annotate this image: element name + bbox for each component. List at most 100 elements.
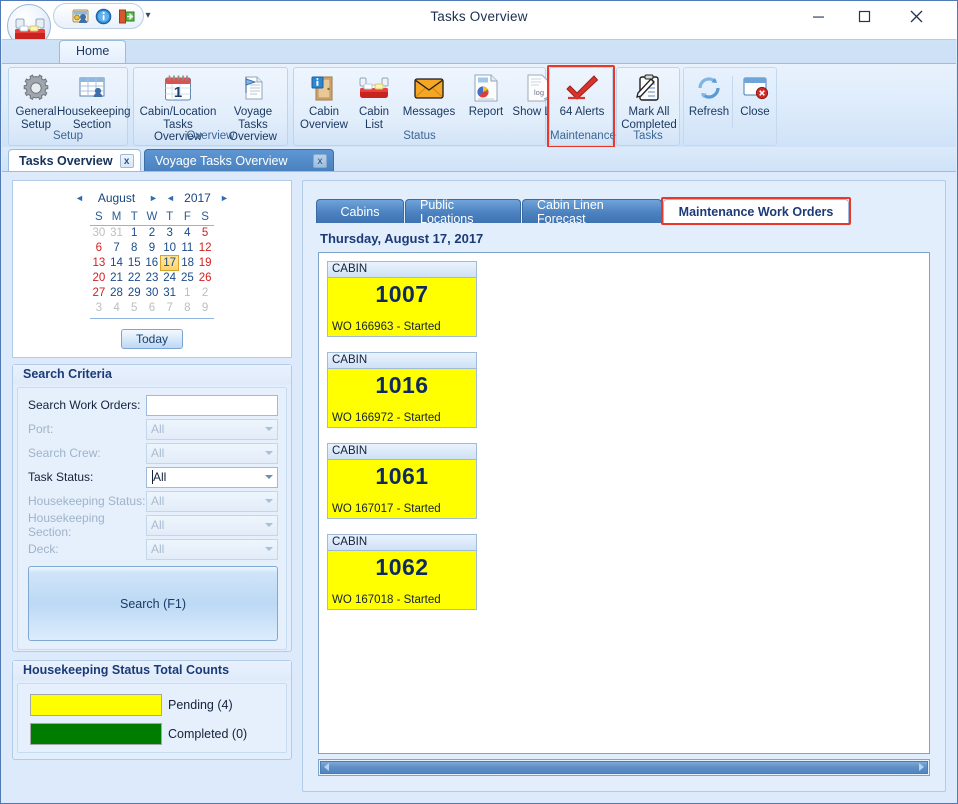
search-button[interactable]: Search (F1) [28,566,278,641]
calendar-day[interactable]: 6 [143,301,161,316]
work-order-card[interactable]: CABIN1007WO 166963 - Started [327,261,477,337]
calendar-day[interactable]: 13 [90,256,108,271]
chevron-down-icon[interactable] [265,523,273,527]
input-search-work-orders[interactable] [146,395,278,416]
calendar-day[interactable]: 15 [125,256,143,271]
scroll-left-icon[interactable] [324,763,329,771]
criteria-label-search-crew: Search Crew: [28,446,146,460]
calendar-day[interactable]: 21 [108,271,126,286]
calendar-year-label[interactable]: 2017 [182,191,214,205]
calendar-day[interactable]: 5 [196,226,214,241]
chevron-down-icon[interactable] [265,427,273,431]
ribbon-mark-all-completed[interactable]: Mark AllCompleted [618,71,680,131]
calendar-day[interactable]: 1 [179,286,197,301]
calendar-day[interactable]: 12 [196,241,214,256]
calendar-day[interactable]: 29 [125,286,143,301]
calendar-week-row: 272829303112 [90,286,214,301]
horizontal-scrollbar[interactable] [318,759,930,776]
calendar-day[interactable]: 23 [143,271,161,286]
chevron-down-icon[interactable] [265,475,273,479]
calendar-weekday-1: M [108,210,126,226]
scrollbar-thumb[interactable] [320,761,928,774]
calendar-day[interactable]: 30 [90,226,108,241]
minimize-button[interactable] [795,1,841,31]
calendar-day[interactable]: 8 [179,301,197,316]
work-order-card[interactable]: CABIN1061WO 167017 - Started [327,443,477,519]
ribbon-group-status: CabinOverview Cabin [293,67,546,146]
card-cabin-number: 1061 [328,463,476,490]
chevron-down-icon[interactable] [265,451,273,455]
content-tab-cabins[interactable]: Cabins [316,199,404,223]
content-tab-public-locations[interactable]: Public Locations [405,199,521,223]
calendar-next-month-icon[interactable]: ► [148,193,160,203]
calendar-prev-year-icon[interactable]: ◄ [165,193,177,203]
ribbon-cabin-list[interactable]: CabinList [350,71,398,131]
calendar-day-selected[interactable]: 17 [161,256,179,271]
calendar-day[interactable]: 26 [196,271,214,286]
calendar-next-year-icon[interactable]: ► [219,193,231,203]
calendar-day[interactable]: 7 [108,241,126,256]
calendar-day[interactable]: 9 [196,301,214,316]
status-count-row-completed: Completed (0) [30,723,286,745]
select-task-status[interactable]: All [146,467,278,488]
calendar-month-label[interactable]: August [91,191,143,205]
calendar-day[interactable]: 2 [196,286,214,301]
scroll-right-icon[interactable] [919,763,924,771]
ribbon-refresh[interactable]: Refresh [686,71,732,131]
calendar-day[interactable]: 25 [179,271,197,286]
document-tab-tasks-overview[interactable]: Tasks Overview x [8,149,141,171]
ribbon-group-maintenance-label: Maintenance [550,129,612,144]
calendar-day[interactable]: 3 [90,301,108,316]
calendar-day[interactable]: 3 [161,226,179,241]
ribbon-messages[interactable]: Messages [396,71,462,131]
calendar-day[interactable]: 27 [90,286,108,301]
calendar-day[interactable]: 7 [161,301,179,316]
ribbon-housekeeping-section[interactable]: HousekeepingSection [57,71,127,131]
ribbon-group-setup-label: Setup [9,129,127,144]
calendar-day[interactable]: 31 [161,286,179,301]
ribbon-general-setup[interactable]: GeneralSetup [13,71,59,131]
document-tab-close-icon[interactable]: x [313,154,327,168]
calendar-day[interactable]: 30 [143,286,161,301]
calendar-day[interactable]: 1 [125,226,143,241]
ribbon-voyage-tasks-overview[interactable]: Voyage TasksOverview [220,71,286,131]
calendar-day[interactable]: 8 [125,241,143,256]
calendar-day[interactable]: 4 [108,301,126,316]
document-tab-close-icon[interactable]: x [120,154,134,168]
calendar-weekday-3: W [143,210,161,226]
calendar-prev-month-icon[interactable]: ◄ [74,193,86,203]
ribbon-report[interactable]: Report [460,71,512,131]
calendar-day[interactable]: 11 [179,241,197,256]
calendar-today-button[interactable]: Today [121,329,183,349]
content-tab-cabin-linen-forecast[interactable]: Cabin Linen Forecast [522,199,662,223]
calendar-day[interactable]: 24 [161,271,179,286]
work-order-card[interactable]: CABIN1016WO 166972 - Started [327,352,477,428]
calendar-day[interactable]: 22 [125,271,143,286]
ribbon-cabin-location-tasks-overview[interactable]: 1 Cabin/LocationTasks Overview [138,71,218,131]
calendar-day[interactable]: 5 [125,301,143,316]
calendar-day[interactable]: 2 [143,226,161,241]
calendar-day[interactable]: 28 [108,286,126,301]
document-tab-voyage-tasks-overview[interactable]: Voyage Tasks Overview x [144,149,334,171]
ribbon-cabin-overview[interactable]: CabinOverview [296,71,352,131]
calendar-day[interactable]: 19 [196,256,214,271]
calendar-day[interactable]: 14 [108,256,126,271]
calendar-day[interactable]: 4 [179,226,197,241]
calendar-day[interactable]: 6 [90,241,108,256]
calendar-day[interactable]: 9 [143,241,161,256]
calendar-day[interactable]: 31 [108,226,126,241]
work-order-card[interactable]: CABIN1062WO 167018 - Started [327,534,477,610]
close-button[interactable] [893,1,939,31]
criteria-label-search-work-orders: Search Work Orders: [28,398,146,412]
maximize-button[interactable] [841,1,887,31]
calendar-day[interactable]: 20 [90,271,108,286]
ribbon-close-window[interactable]: Close [734,71,776,131]
ribbon-tab-home[interactable]: Home [59,40,126,64]
calendar-day[interactable]: 16 [143,256,161,271]
chevron-down-icon[interactable] [265,499,273,503]
calendar-day[interactable]: 18 [179,256,197,271]
ribbon-alerts[interactable]: 64 Alerts [551,71,613,131]
chevron-down-icon[interactable] [265,547,273,551]
calendar-day[interactable]: 10 [161,241,179,256]
content-tab-maintenance-work-orders[interactable]: Maintenance Work Orders [663,199,849,223]
